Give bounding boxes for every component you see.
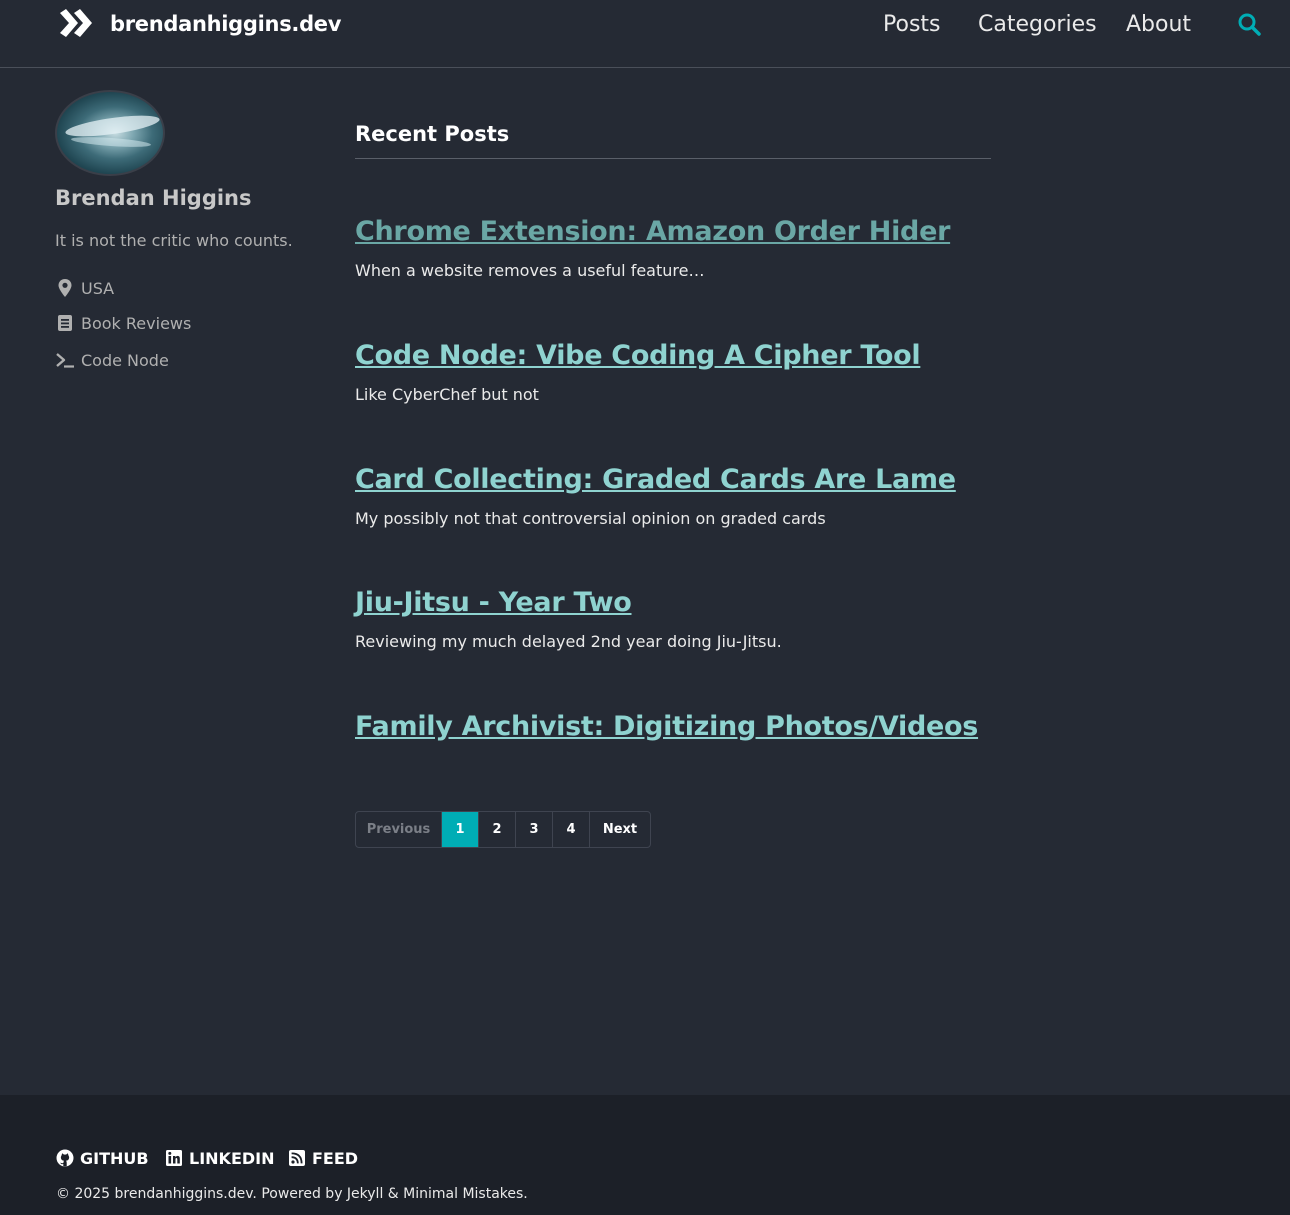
masthead: brendanhiggins.dev Posts Categories Abou… xyxy=(0,0,1290,68)
post-excerpt: Reviewing my much delayed 2nd year doing… xyxy=(355,632,782,651)
github-icon xyxy=(56,1149,74,1167)
nav-about-link[interactable]: About xyxy=(1126,12,1191,37)
post-title-link[interactable]: Code Node: Vibe Coding A Cipher Tool xyxy=(355,340,921,371)
rss-icon xyxy=(289,1150,305,1166)
pagination-page-4[interactable]: 4 xyxy=(553,812,590,847)
double-chevron-logo-icon[interactable] xyxy=(58,9,96,37)
recent-posts-heading: Recent Posts xyxy=(355,122,510,146)
author-avatar xyxy=(55,90,165,176)
pagination-page-3[interactable]: 3 xyxy=(516,812,553,847)
footer-feed-link[interactable]: FEED xyxy=(288,1147,358,1169)
footer-github-label: GITHUB xyxy=(80,1148,149,1168)
post-title-link[interactable]: Card Collecting: Graded Cards Are Lame xyxy=(355,464,956,495)
author-location-label: USA xyxy=(81,278,115,298)
section-divider xyxy=(355,158,991,159)
post-excerpt: Like CyberChef but not xyxy=(355,385,539,404)
book-reviews-link[interactable]: Book Reviews xyxy=(55,312,191,334)
author-bio: It is not the critic who counts. xyxy=(55,231,293,250)
footer-feed-label: FEED xyxy=(312,1148,359,1168)
footer-github-link[interactable]: GITHUB xyxy=(56,1147,149,1169)
nav-posts-link[interactable]: Posts xyxy=(883,12,941,37)
pagination-previous-button: Previous xyxy=(356,812,442,847)
code-node-label: Code Node xyxy=(81,350,169,370)
pagination: Previous 1 2 3 4 Next xyxy=(355,811,651,848)
terminal-icon xyxy=(56,353,74,368)
footer-linkedin-link[interactable]: LINKEDIN xyxy=(165,1147,275,1169)
search-icon[interactable] xyxy=(1237,12,1261,36)
post-excerpt: My possibly not that controversial opini… xyxy=(355,509,826,528)
map-marker-icon xyxy=(58,279,72,297)
footer-linkedin-label: LINKEDIN xyxy=(189,1148,275,1168)
book-reviews-label: Book Reviews xyxy=(81,313,192,333)
linkedin-icon xyxy=(166,1150,182,1166)
pagination-page-1[interactable]: 1 xyxy=(442,812,479,847)
nav-categories-link[interactable]: Categories xyxy=(978,12,1097,37)
post-title-link[interactable]: Chrome Extension: Amazon Order Hider xyxy=(355,216,950,247)
post-title-link[interactable]: Jiu-Jitsu - Year Two xyxy=(355,587,632,618)
pagination-page-2[interactable]: 2 xyxy=(479,812,516,847)
code-node-link[interactable]: Code Node xyxy=(55,349,169,371)
book-icon xyxy=(58,315,72,331)
site-title-link[interactable]: brendanhiggins.dev xyxy=(110,12,341,36)
pagination-next-button[interactable]: Next xyxy=(590,812,650,847)
post-title-link[interactable]: Family Archivist: Digitizing Photos/Vide… xyxy=(355,711,978,742)
post-excerpt: When a website removes a useful feature… xyxy=(355,261,705,280)
author-location: USA xyxy=(55,277,114,299)
author-name: Brendan Higgins xyxy=(55,186,252,210)
footer-copyright: © 2025 brendanhiggins.dev. Powered by Je… xyxy=(56,1186,528,1202)
